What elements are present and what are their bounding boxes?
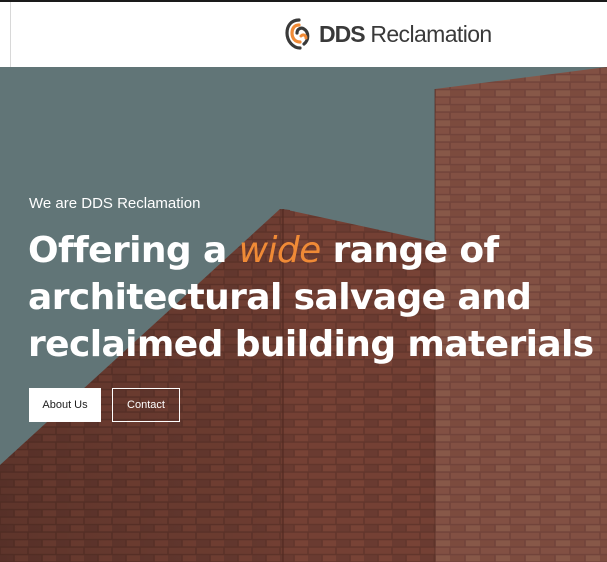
dds-swirl-logo-icon (285, 18, 310, 50)
headline-text: Offering a (28, 230, 239, 271)
hero-section: We are DDS Reclamation Offering a wide r… (0, 67, 607, 562)
brand-wordmark-rest: Reclamation (370, 20, 492, 47)
headline-line-2: architectural salvage and (28, 277, 532, 318)
site-logo[interactable]: DDS Reclamation (285, 16, 492, 52)
brand-wordmark-bold: DDS (319, 20, 366, 47)
header-divider (10, 2, 11, 67)
contact-button[interactable]: Contact (112, 388, 180, 422)
headline-accent-word: wide (238, 230, 322, 271)
about-us-button[interactable]: About Us (29, 388, 101, 422)
headline-line-1: Offering a wide range of (28, 227, 603, 274)
headline-text: range of (320, 230, 500, 271)
brand-wordmark: DDS Reclamation (319, 21, 492, 48)
hero-eyebrow: We are DDS Reclamation (29, 195, 201, 212)
hero-headline: Offering a wide range of architectural s… (28, 227, 603, 368)
site-header: DDS Reclamation (0, 0, 607, 67)
headline-line-3: reclaimed building materials (28, 324, 594, 365)
